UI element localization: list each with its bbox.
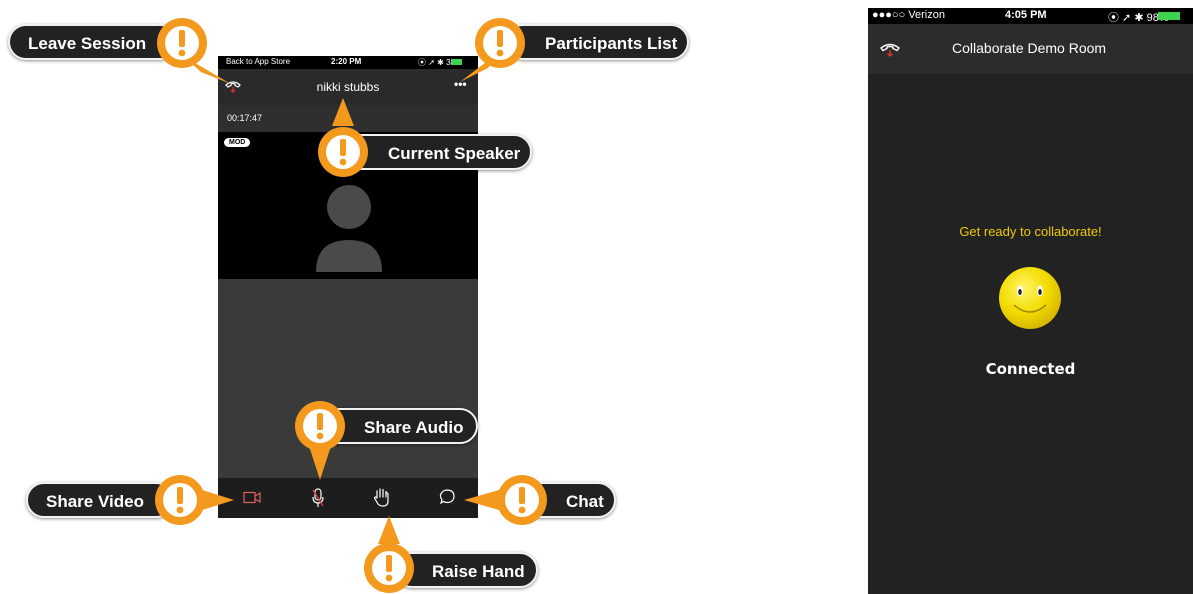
hang-up-icon xyxy=(880,43,900,58)
connection-status: Connected xyxy=(985,360,1076,378)
room-title: Collaborate Demo Room xyxy=(952,40,1107,56)
status-time: 2:20 PM xyxy=(331,57,362,66)
video-camera-icon xyxy=(243,491,261,504)
chat-bubble-icon xyxy=(439,489,455,505)
waiting-room-screen: ●●●○○ Verizon 4:05 PM ⦿ ➚ ✱ 98% Collabor… xyxy=(868,8,1193,594)
session-timer: 00:17:47 xyxy=(227,113,263,123)
chat-button[interactable] xyxy=(438,488,456,511)
raise-hand-button[interactable] xyxy=(373,487,391,512)
status-time: 4:05 PM xyxy=(1005,9,1047,21)
current-speaker-name: nikki stubbs xyxy=(316,80,380,94)
status-bar: ●●●○○ Verizon 4:05 PM ⦿ ➚ ✱ 98% xyxy=(868,8,1193,24)
alert-icon xyxy=(318,98,368,177)
moderator-badge: MOD xyxy=(224,138,251,147)
alert-icon xyxy=(464,475,547,525)
share-audio-button[interactable] xyxy=(311,488,325,513)
ready-message: Get ready to collaborate! xyxy=(959,224,1102,239)
carrier-label: ●●●○○ Verizon xyxy=(872,9,945,21)
microphone-icon xyxy=(312,488,324,507)
alert-icon xyxy=(364,516,414,593)
battery-icon xyxy=(1158,12,1180,20)
alert-icon xyxy=(155,475,234,525)
room-header: Collaborate Demo Room xyxy=(868,24,1193,74)
alert-icon xyxy=(460,18,525,82)
leave-session-button[interactable] xyxy=(880,41,900,62)
smiley-face-icon xyxy=(999,267,1061,329)
status-bar: Back to App Store 2:20 PM ⦿ ➚ ✱ 38% xyxy=(218,56,478,69)
raise-hand-icon xyxy=(373,488,389,507)
share-video-button[interactable] xyxy=(243,491,261,509)
back-to-app-store-link[interactable]: Back to App Store xyxy=(226,57,290,66)
alert-icon xyxy=(295,401,345,480)
alert-icon xyxy=(157,18,231,84)
session-toolbar xyxy=(218,478,478,518)
